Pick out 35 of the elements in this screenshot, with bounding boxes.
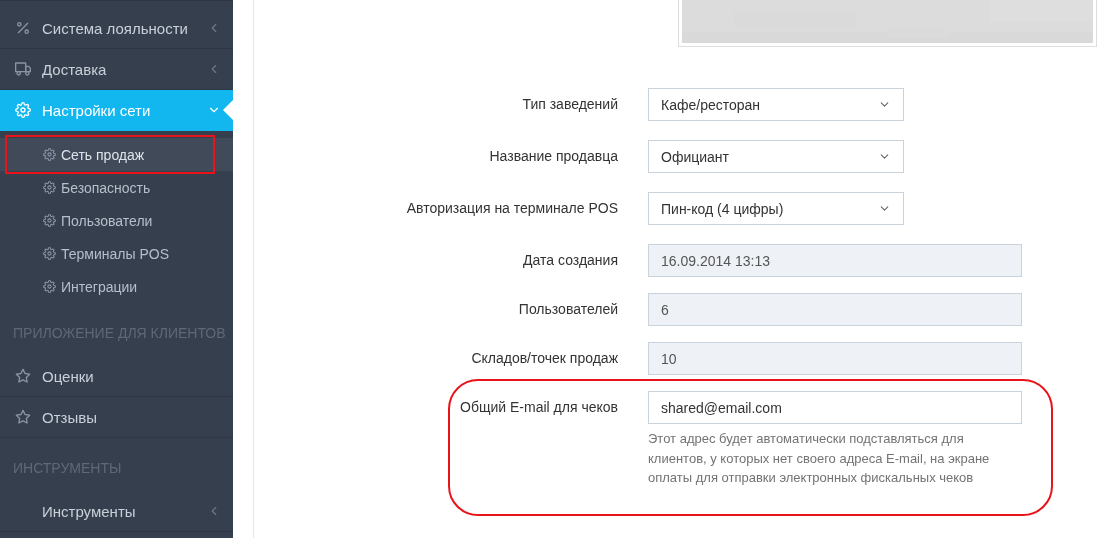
submenu-item[interactable]: Терминалы POS — [0, 237, 233, 270]
settings-icon — [15, 102, 31, 118]
dropdown[interactable]: Официант — [648, 140, 904, 173]
sidebar-item[interactable]: Инструменты — [0, 491, 233, 532]
dropdown[interactable]: Кафе/ресторан — [648, 88, 904, 121]
readonly-field[interactable]: 6 — [648, 293, 1022, 326]
field-label: Название продавца — [488, 147, 619, 166]
help-text: Этот адрес будет автоматически подставляться для клиентов, у которых нет своего адреса E-mail, на экране оплаты для отправки электронных фискальных чеков — [648, 430, 991, 487]
truck-icon — [15, 61, 31, 77]
sidebar-item[interactable]: Оценки — [0, 356, 233, 397]
input-field[interactable]: shared@email.com — [648, 391, 1022, 424]
sidebar-item[interactable]: Отзывы — [0, 397, 233, 438]
submenu-item[interactable]: Безопасность — [0, 171, 233, 204]
field-label: Тип заведений — [521, 95, 619, 114]
percent-icon — [15, 20, 31, 36]
readonly-field[interactable]: 16.09.2014 13:13 — [648, 244, 1022, 277]
sidebar-item[interactable]: Система лояльности — [0, 8, 233, 49]
settings-icon — [43, 247, 56, 260]
field-label: Складов/точек продаж — [470, 349, 619, 368]
submenu-item[interactable]: Интеграции — [0, 270, 233, 303]
settings-icon — [43, 214, 56, 227]
submenu-item[interactable]: Пользователи — [0, 204, 233, 237]
settings-icon — [43, 280, 56, 293]
settings-icon — [43, 181, 56, 194]
star-icon — [15, 409, 31, 425]
submenu-item[interactable]: Сеть продаж — [0, 138, 233, 171]
field-label: Пользователей — [517, 300, 619, 319]
field-label: Авторизация на терминале POS — [405, 199, 619, 218]
field-label: Дата создания — [522, 251, 619, 270]
field-label: Общий E-mail для чеков — [459, 398, 619, 417]
readonly-field[interactable]: 10 — [648, 342, 1022, 375]
settings-icon — [43, 148, 56, 161]
dropdown[interactable]: Пин-код (4 цифры) — [648, 192, 904, 225]
star-icon — [15, 368, 31, 384]
active-pointer — [223, 100, 233, 120]
